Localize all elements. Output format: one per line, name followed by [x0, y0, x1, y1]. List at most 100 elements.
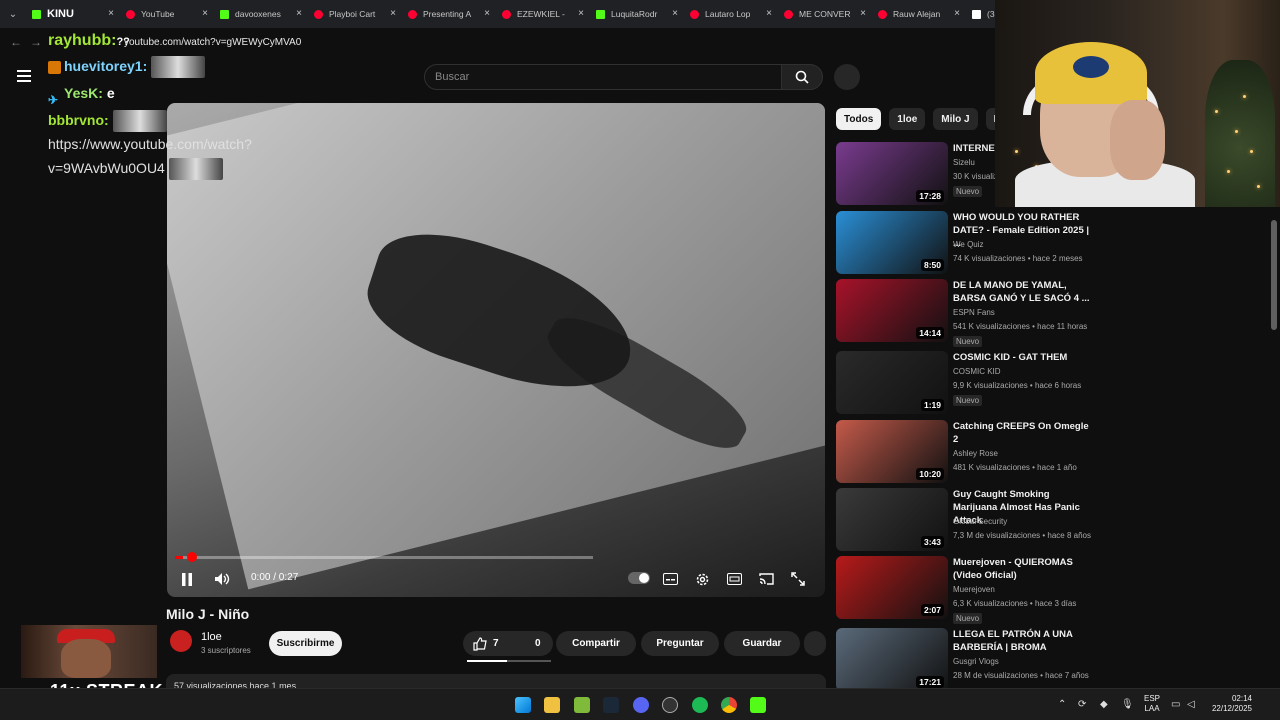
autoplay-toggle[interactable] [628, 572, 650, 584]
browser-tab[interactable]: YouTube × [120, 0, 214, 28]
browser-tab[interactable]: Playboi Cart × [308, 0, 402, 28]
channel-name[interactable]: We Quiz [953, 240, 984, 249]
browser-tab[interactable]: Rauw Alejan × [872, 0, 966, 28]
recommended-video[interactable]: 3:43 Guy Caught Smoking Marijuana Almost … [836, 488, 1096, 552]
video-player[interactable]: 0:00 / 0:27 [167, 103, 825, 597]
recommended-video[interactable]: 2:07 Muerejoven - QUIEROMAS (Video Oficia… [836, 556, 1096, 624]
save-button[interactable]: Guardar [724, 631, 800, 656]
browser-tab[interactable]: Lautaro Lop × [684, 0, 778, 28]
video-title[interactable]: Muerejoven - QUIEROMAS (Video Oficial) [953, 556, 1093, 582]
network-activity-icon[interactable]: ⟳ [1078, 699, 1086, 710]
fullscreen-button[interactable] [790, 569, 806, 589]
video-thumbnail[interactable]: 14:14 [836, 279, 948, 342]
video-thumbnail[interactable]: 2:07 [836, 556, 948, 619]
close-tab-icon[interactable]: × [202, 8, 208, 19]
browser-tab[interactable]: ME CONVER × [778, 0, 872, 28]
chat-link[interactable]: v=9WAvbWu0OU4 [48, 160, 165, 176]
close-tab-icon[interactable]: × [954, 8, 960, 19]
minecraft-icon[interactable] [574, 697, 590, 713]
channel-name[interactable]: Muerejoven [953, 585, 995, 594]
discord-icon[interactable] [633, 697, 649, 713]
filter-chip[interactable]: 1loe [889, 108, 926, 130]
microphone-icon[interactable]: 🎙︎ [1121, 699, 1134, 710]
pause-button[interactable] [179, 569, 195, 589]
channel-name[interactable]: Gusgri Vlogs [953, 657, 999, 666]
channel-name[interactable]: COSMIC KID [953, 367, 1001, 376]
video-title[interactable]: LLEGA EL PATRÓN A UNA BARBERÍA | BROMA [953, 628, 1093, 654]
cast-button[interactable] [758, 569, 774, 589]
search-input[interactable]: Buscar [424, 64, 782, 90]
volume-button[interactable] [213, 569, 231, 589]
browser-tab[interactable]: davooxenes × [214, 0, 308, 28]
scrollbar-thumb[interactable] [1271, 220, 1277, 330]
channel-name[interactable]: Sizelu [953, 158, 975, 167]
video-thumbnail[interactable]: 17:21 [836, 628, 948, 691]
video-title[interactable]: Catching CREEPS On Omegle 2 [953, 420, 1093, 446]
video-thumbnail[interactable]: 10:20 [836, 420, 948, 483]
tab-search-dropdown[interactable]: ⌄ [0, 0, 26, 28]
close-tab-icon[interactable]: × [766, 8, 772, 19]
file-explorer-icon[interactable] [544, 697, 560, 713]
share-button[interactable]: Compartir [556, 631, 636, 656]
browser-tab[interactable]: EZEWKIEL - × [496, 0, 590, 28]
video-title[interactable]: DE LA MANO DE YAMAL, BARSA GANÓ Y LE SAC… [953, 279, 1093, 305]
chat-link[interactable]: https://www.youtube.com/watch? [48, 133, 252, 156]
tray-overflow-icon[interactable]: ⌃ [1058, 699, 1066, 710]
kick-icon[interactable] [750, 697, 766, 713]
obs-icon[interactable] [662, 697, 678, 713]
search-button[interactable] [781, 64, 823, 90]
channel-name[interactable]: Ashley Rose [953, 449, 998, 458]
recommended-video[interactable]: 8:50 WHO WOULD YOU RATHER DATE? - Female … [836, 211, 1096, 275]
progress-scrubber[interactable] [187, 552, 197, 562]
menu-icon[interactable] [17, 70, 31, 82]
close-tab-icon[interactable]: × [296, 8, 302, 19]
start-icon[interactable] [515, 697, 531, 713]
browser-tab[interactable]: Presenting A × [402, 0, 496, 28]
back-icon[interactable]: ← [10, 35, 26, 49]
miniplayer-button[interactable] [726, 569, 742, 589]
volume-tray-icon[interactable]: ◁ [1187, 699, 1195, 710]
wifi-icon[interactable]: ▭ [1171, 699, 1180, 710]
video-thumbnail[interactable]: 8:50 [836, 211, 948, 274]
filter-chip[interactable]: Milo J [933, 108, 978, 130]
channel-avatar[interactable] [170, 630, 192, 652]
close-tab-icon[interactable]: × [860, 8, 866, 19]
close-tab-icon[interactable]: × [108, 8, 114, 19]
spotify-icon[interactable] [692, 697, 708, 713]
video-title[interactable]: COSMIC KID - GAT THEM [953, 351, 1093, 364]
voice-search-button[interactable] [834, 64, 860, 90]
subscribe-button[interactable]: Suscribirme [269, 631, 342, 656]
ask-button[interactable]: Preguntar [641, 631, 719, 656]
close-tab-icon[interactable]: × [484, 8, 490, 19]
recommended-video[interactable]: 1:19 COSMIC KID - GAT THEM COSMIC KID 9,9 K… [836, 351, 1096, 415]
like-button[interactable]: 7 [473, 636, 499, 651]
close-tab-icon[interactable]: × [390, 8, 396, 19]
steam-icon[interactable] [603, 697, 619, 713]
more-actions-button[interactable] [804, 631, 826, 656]
video-thumbnail[interactable]: 17:28 [836, 142, 948, 205]
forward-icon[interactable]: → [30, 35, 46, 49]
recommended-video[interactable]: 14:14 DE LA MANO DE YAMAL, BARSA GANÓ Y L… [836, 279, 1096, 347]
close-tab-icon[interactable]: × [672, 8, 678, 19]
chrome-icon[interactable] [721, 697, 737, 713]
recommended-video[interactable]: 17:21 LLEGA EL PATRÓN A UNA BARBERÍA | BR… [836, 628, 1096, 692]
browser-tab[interactable]: KINU × [26, 0, 120, 28]
video-thumbnail[interactable]: 3:43 [836, 488, 948, 551]
video-thumbnail[interactable]: 1:19 [836, 351, 948, 414]
dislike-button[interactable]: 0 [535, 638, 541, 649]
browser-tab[interactable]: LuquitaRodr × [590, 0, 684, 28]
recommended-video[interactable]: 10:20 Catching CREEPS On Omegle 2 Ashley R… [836, 420, 1096, 484]
channel-name[interactable]: 1loe [201, 631, 222, 643]
page-scrollbar[interactable] [1268, 210, 1280, 688]
security-icon[interactable]: ◆ [1100, 699, 1108, 710]
filter-chip[interactable]: Todos [836, 108, 882, 130]
system-clock[interactable]: 02:14 22/12/2025 [1206, 694, 1252, 714]
settings-button[interactable] [694, 569, 710, 589]
channel-name[interactable]: ESPN Fans [953, 308, 995, 317]
input-language[interactable]: ESP LAA [1144, 694, 1160, 714]
subtitles-button[interactable] [662, 569, 678, 589]
progress-bar[interactable] [175, 552, 593, 562]
close-tab-icon[interactable]: × [578, 8, 584, 19]
channel-name[interactable]: Global Security [953, 517, 1007, 526]
url-text[interactable]: youtube.com/watch?v=gWEWyCyMVA0 [124, 37, 301, 48]
